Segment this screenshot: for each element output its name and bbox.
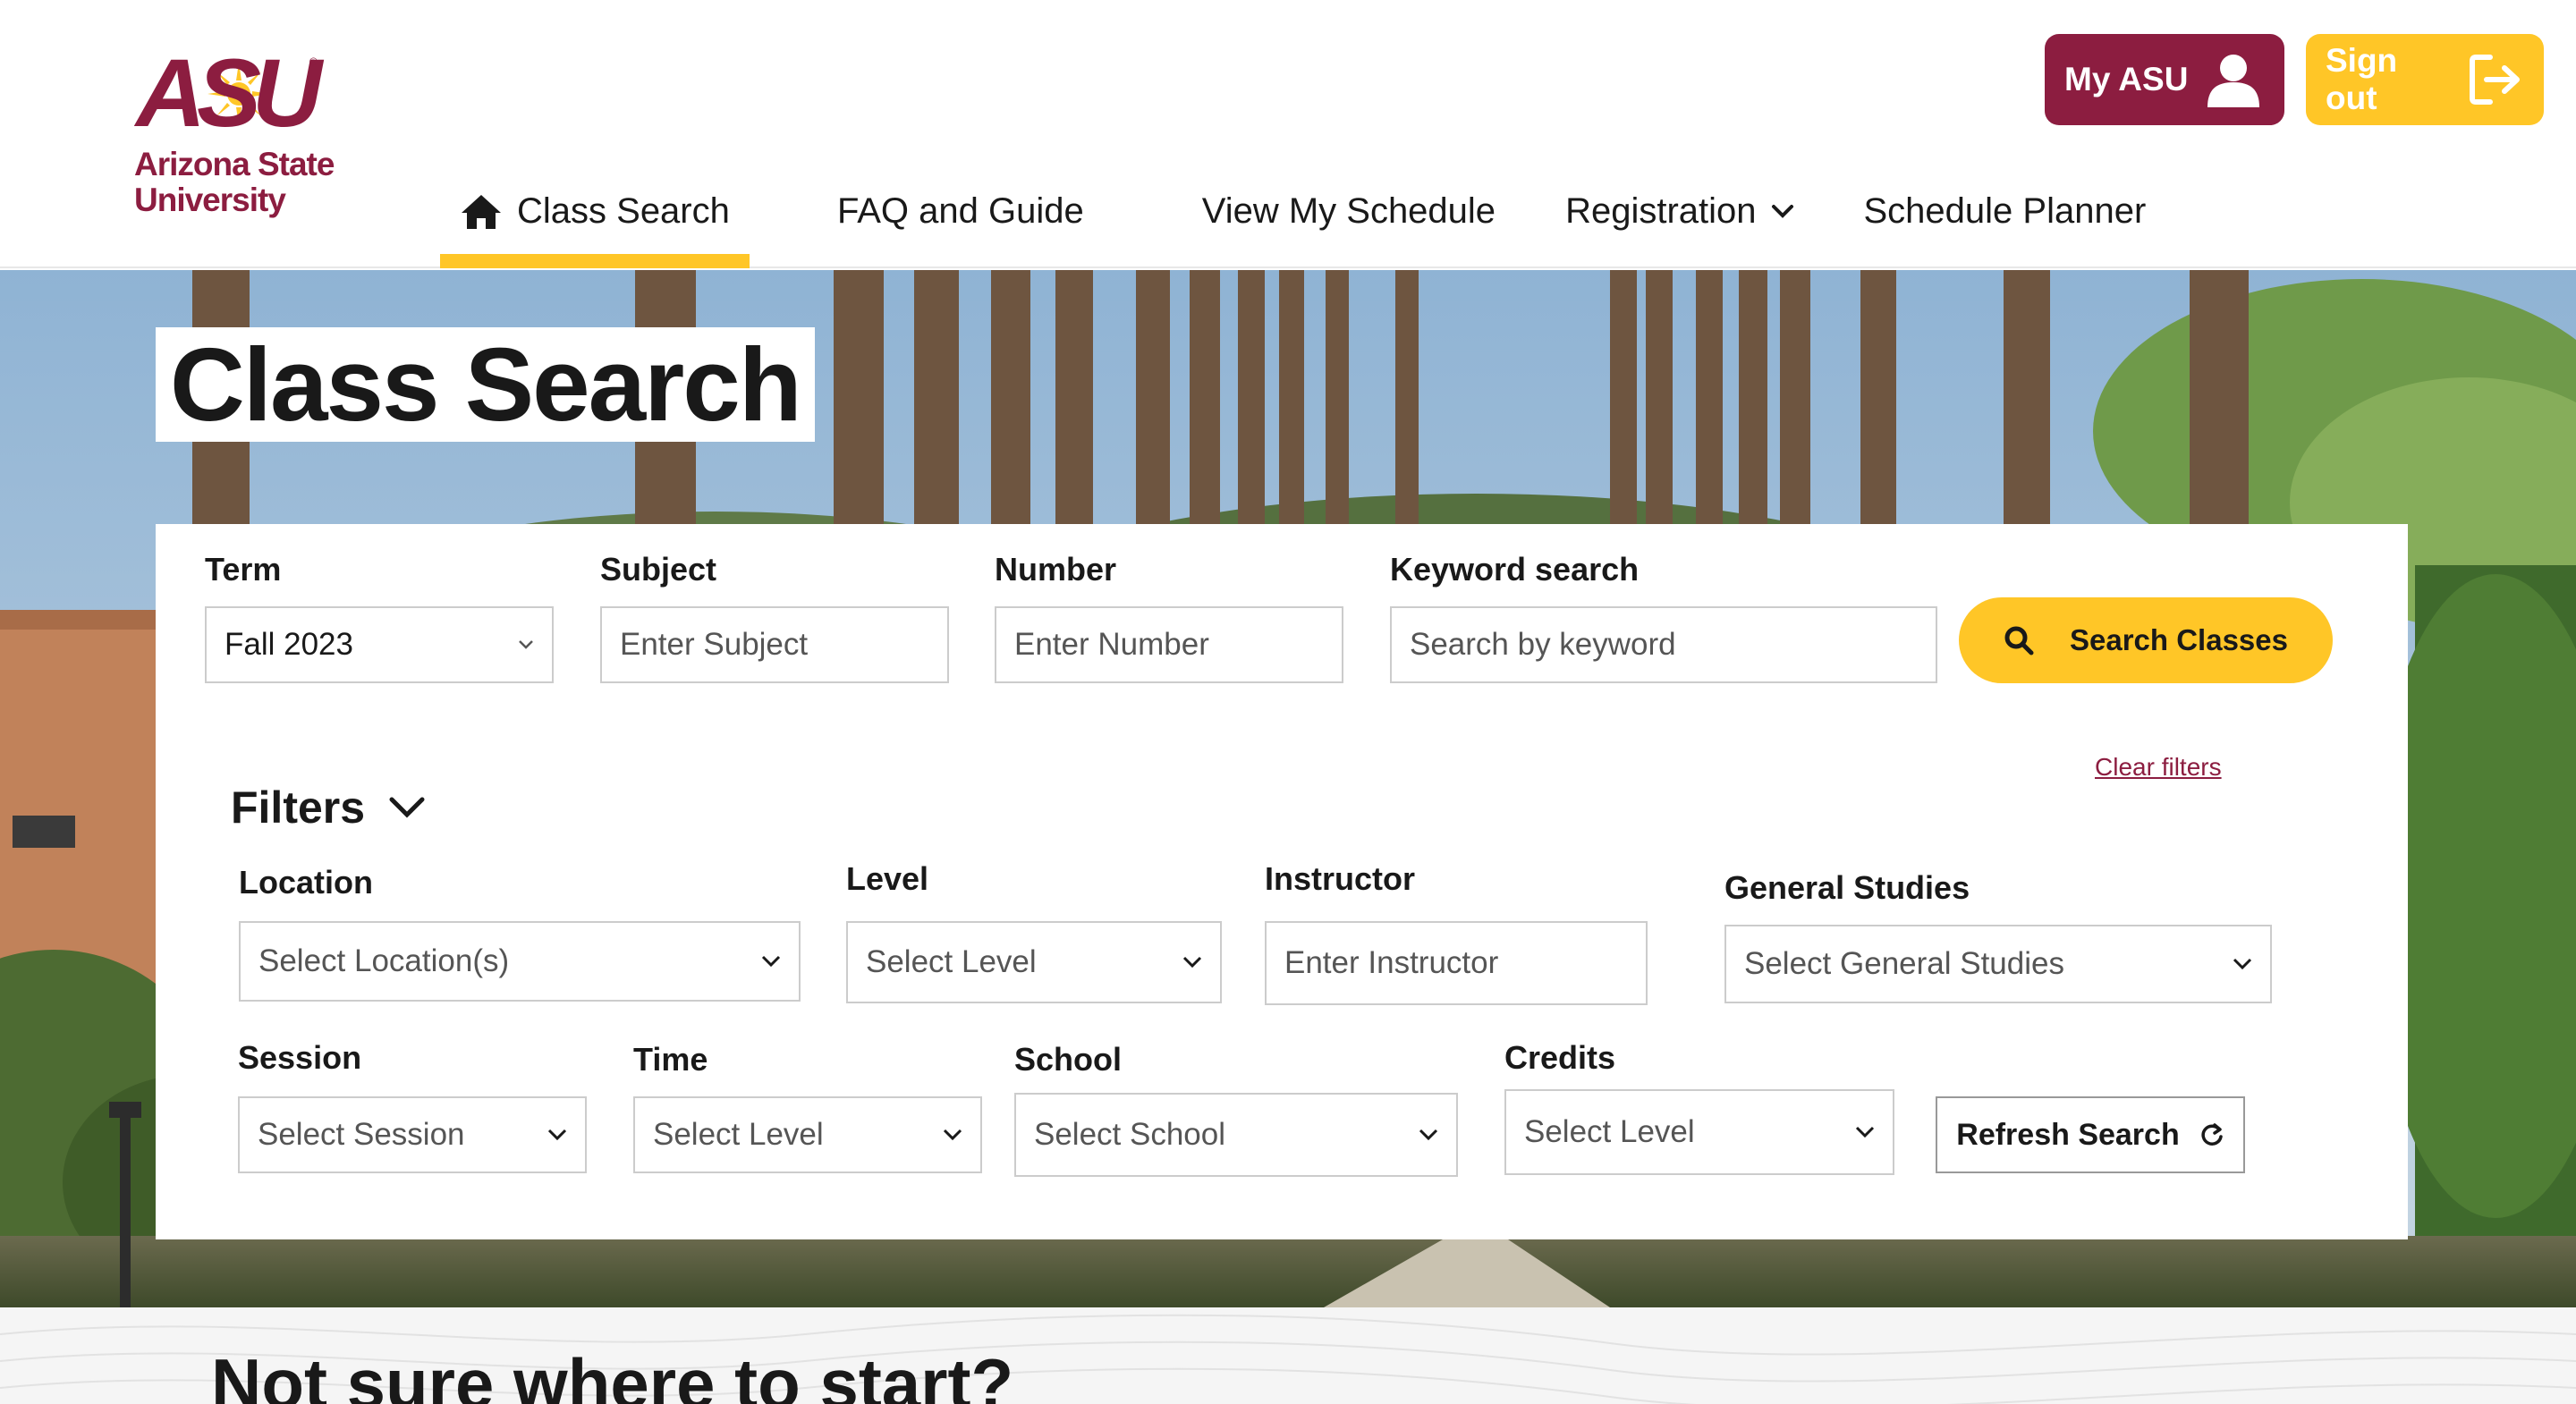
instructor-placeholder: Enter Instructor [1284,945,1499,980]
credits-value: Select Level [1524,1114,1695,1149]
instructor-input[interactable]: Enter Instructor [1265,921,1648,1005]
nav-view-my-schedule[interactable]: View My Schedule [1202,179,1496,268]
term-select[interactable]: Fall 2023 [205,606,554,683]
page-title: Class Search [156,327,815,442]
number-label: Number [995,551,1117,588]
time-value: Select Level [653,1117,824,1152]
keyword-label: Keyword search [1390,551,1640,588]
time-select[interactable]: Select Level [633,1096,982,1173]
chevron-down-icon [389,797,425,818]
chevron-down-icon [547,1129,567,1141]
level-value: Select Level [866,944,1037,979]
my-asu-button[interactable]: My ASU [2045,34,2284,125]
location-label: Location [239,864,373,901]
search-icon [2004,626,2034,655]
sign-out-label: Sign out [2326,42,2398,116]
nav-planner-label: Schedule Planner [1863,191,2147,231]
chevron-down-icon [1182,956,1202,968]
account-buttons: My ASU Sign out [2045,34,2544,125]
credits-label: Credits [1504,1039,1616,1076]
user-icon [2207,55,2260,107]
nav-registration[interactable]: Registration [1565,179,1793,268]
sign-out-icon [2470,55,2520,105]
refresh-icon [2201,1123,2223,1146]
time-label: Time [633,1041,708,1078]
clear-filters-link[interactable]: Clear filters [2095,753,2222,782]
session-value: Select Session [258,1117,465,1152]
subject-input[interactable]: Enter Subject [600,606,949,683]
level-select[interactable]: Select Level [846,921,1222,1003]
main-nav: Class Search FAQ and Guide View My Sched… [440,179,2146,268]
nav-schedule-planner[interactable]: Schedule Planner [1864,179,2147,268]
help-heading: Not sure where to start? [211,1344,1014,1404]
asu-logo[interactable]: ASU ® Arizona State University [132,45,365,231]
session-label: Session [238,1039,362,1076]
my-asu-label: My ASU [2064,61,2189,97]
subject-label: Subject [600,551,717,588]
hero-banner: Class Search Term Fall 2023 Subject Ente… [0,270,2576,1307]
chevron-down-icon [519,640,533,649]
credits-select[interactable]: Select Level [1504,1089,1894,1175]
nav-registration-label: Registration [1565,191,1757,231]
keyword-search-input[interactable]: Search by keyword [1390,606,1937,683]
filters-toggle[interactable]: Filters [231,782,426,833]
search-classes-button[interactable]: Search Classes [1959,597,2333,683]
asu-logo-text: ASU [136,38,322,147]
level-label: Level [846,860,929,897]
site-header: ASU ® Arizona State University My ASU Si… [0,0,2576,268]
nav-faq-and-guide[interactable]: FAQ and Guide [837,179,1084,268]
session-select[interactable]: Select Session [238,1096,587,1173]
nav-faq-label: FAQ and Guide [837,191,1084,231]
registered-mark: ® [309,55,318,68]
term-label: Term [205,551,282,588]
general-studies-select[interactable]: Select General Studies [1724,925,2272,1003]
number-placeholder: Enter Number [1014,627,1209,662]
chevron-down-icon [1771,205,1793,218]
chevron-down-icon [2233,958,2252,970]
keyword-placeholder: Search by keyword [1410,627,1676,662]
number-input[interactable]: Enter Number [995,606,1343,683]
chevron-down-icon [1419,1129,1438,1141]
university-name: Arizona State University [134,146,335,218]
chevron-down-icon [1855,1126,1875,1138]
help-section: Not sure where to start? [0,1307,2576,1404]
chevron-down-icon [943,1129,962,1141]
general-studies-label: General Studies [1724,869,1970,906]
location-value: Select Location(s) [258,943,510,978]
nav-class-search[interactable]: Class Search [440,179,750,268]
search-card: Term Fall 2023 Subject Enter Subject Num… [156,524,2408,1239]
asu-logo-mark: ASU ® [132,45,322,141]
filters-title: Filters [231,782,366,833]
subject-placeholder: Enter Subject [620,627,809,662]
page: ASU ® Arizona State University My ASU Si… [0,0,2576,1404]
home-icon [462,195,501,229]
refresh-search-label: Refresh Search [1956,1117,2180,1152]
sign-out-button[interactable]: Sign out [2306,34,2544,125]
school-value: Select School [1034,1117,1226,1152]
school-label: School [1014,1041,1123,1078]
general-studies-value: Select General Studies [1744,946,2064,981]
search-classes-label: Search Classes [2069,623,2288,656]
nav-class-search-label: Class Search [517,191,730,231]
refresh-search-button[interactable]: Refresh Search [1936,1096,2245,1173]
school-select[interactable]: Select School [1014,1093,1458,1177]
location-select[interactable]: Select Location(s) [239,921,801,1002]
nav-schedule-label: View My Schedule [1201,191,1496,231]
chevron-down-icon [761,955,781,968]
term-value: Fall 2023 [225,627,353,662]
instructor-label: Instructor [1265,860,1416,897]
